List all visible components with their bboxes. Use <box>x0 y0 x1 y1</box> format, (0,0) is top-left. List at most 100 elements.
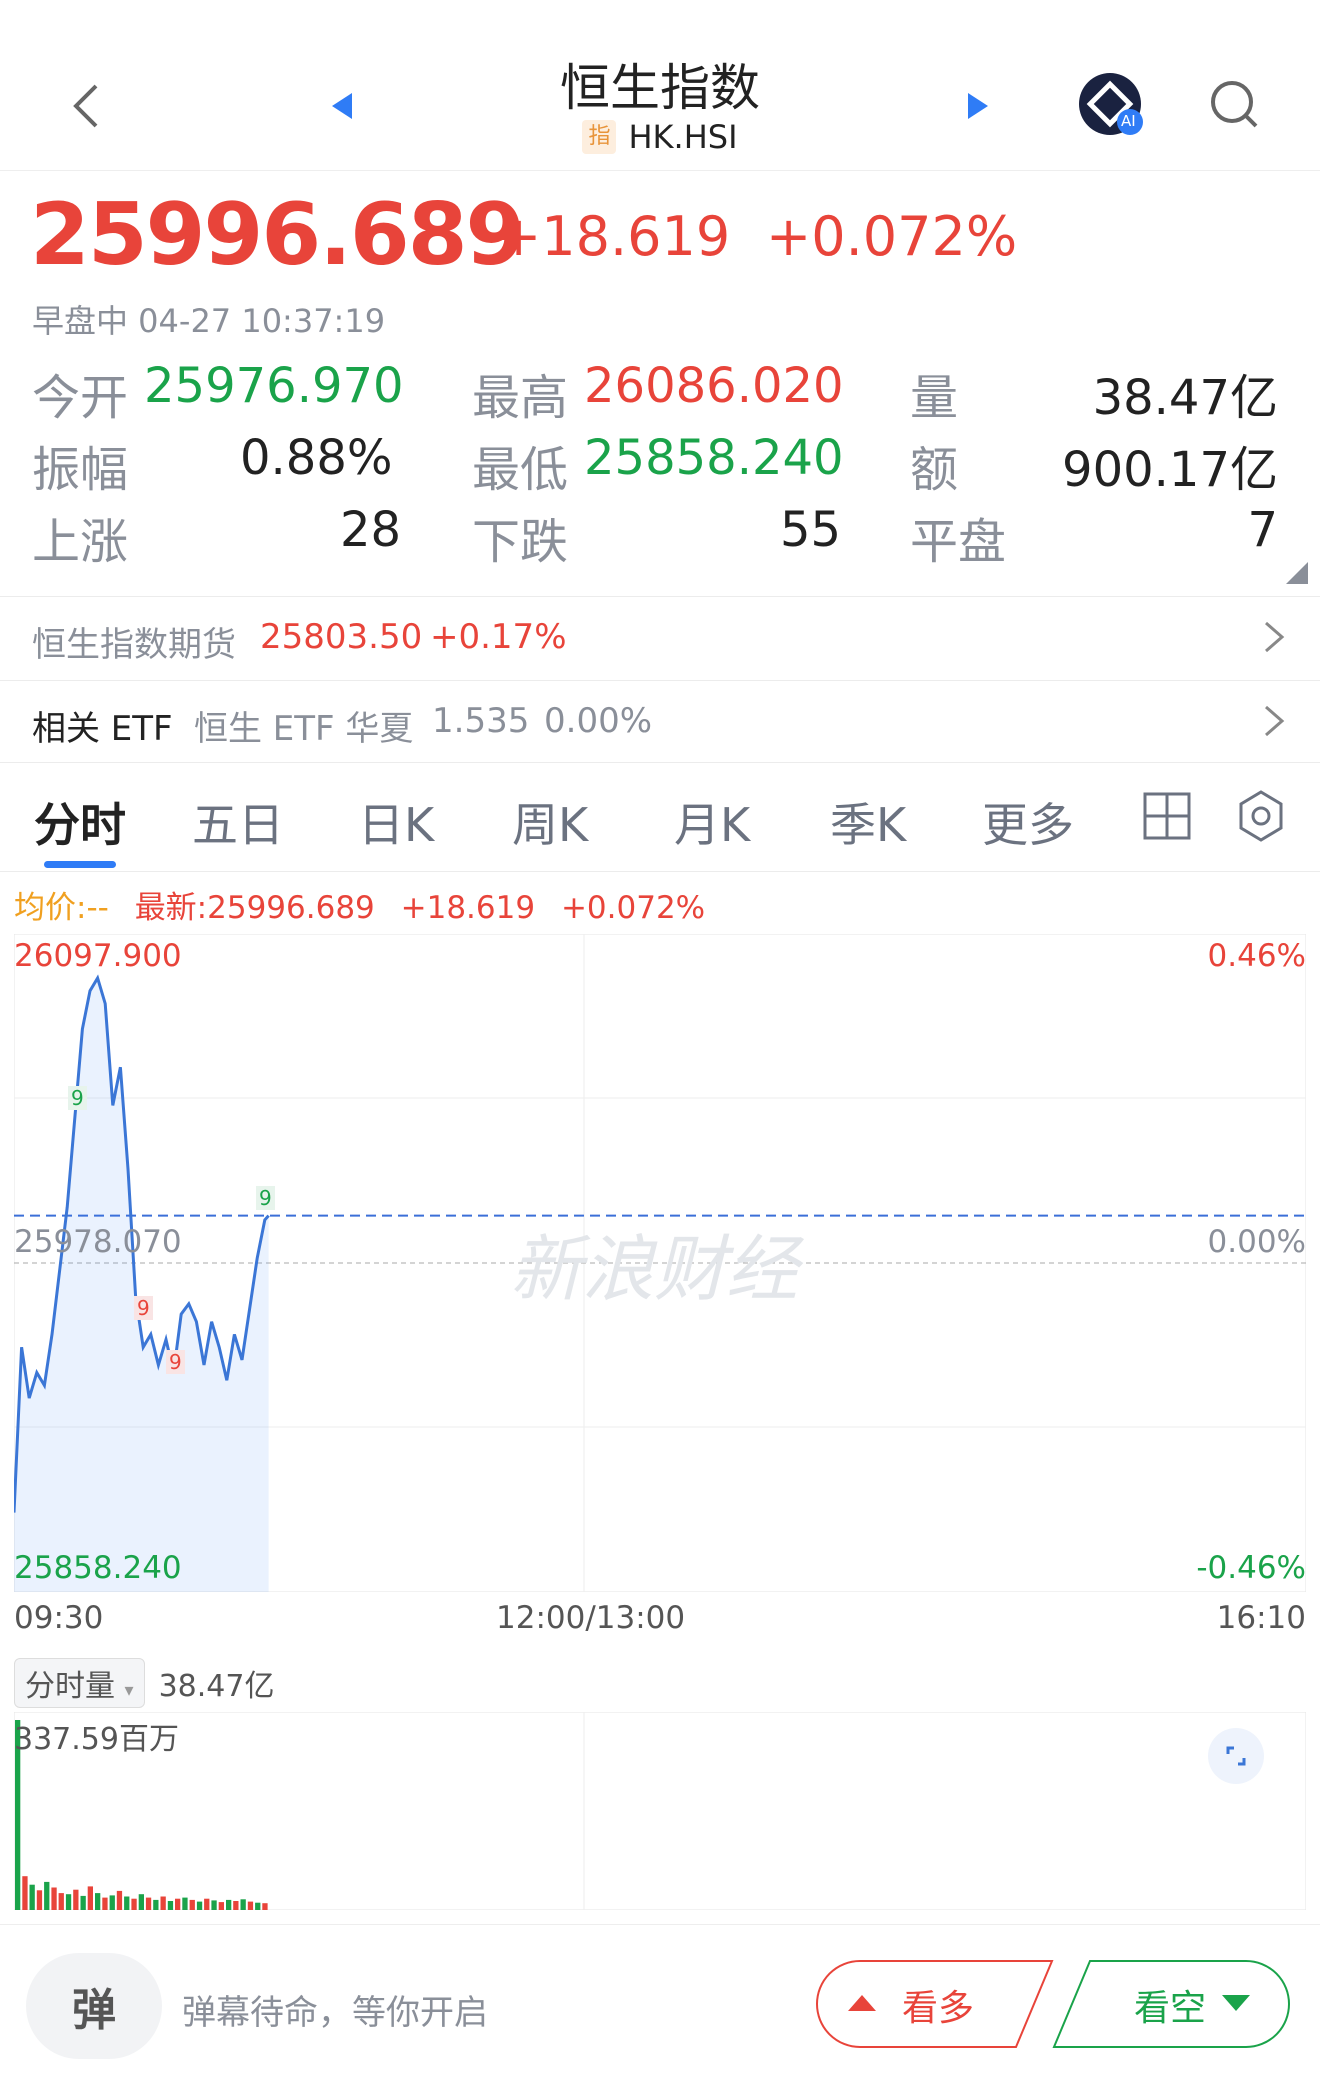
volume-bar <box>65 1894 72 1910</box>
volume-bar <box>44 1881 50 1910</box>
danmu-toggle-button[interactable]: 弹 <box>26 1953 162 2059</box>
volume-bar <box>29 1884 35 1910</box>
danmu-placeholder[interactable]: 弹幕待命，等你开启 <box>182 1985 488 2034</box>
futures-label: 恒生指数期货 <box>32 625 236 665</box>
volume-bar <box>255 1902 261 1910</box>
header-bar: 恒生指数 指 HK.HSI AI <box>0 0 1320 171</box>
volume-bar <box>211 1900 217 1910</box>
volume-bar <box>51 1887 57 1910</box>
bullish-button[interactable]: 看多 <box>816 1959 1056 2049</box>
danmu-icon: 弹 <box>72 1985 116 2036</box>
etf-pct: 0.00% <box>544 701 653 741</box>
stats-row-2: 振幅 0.88% 最低 25858.240 额 900.17亿 <box>0 430 1320 500</box>
up-value: 28 <box>340 502 402 558</box>
volume-bar <box>247 1901 254 1910</box>
volume-bar <box>87 1886 93 1910</box>
intraday-chart[interactable]: 新浪财经 26097.900 25978.070 25858.240 0.46%… <box>14 934 1306 1592</box>
volume-bar <box>138 1894 144 1910</box>
etf-label: 相关 ETF <box>32 709 173 749</box>
chart-marker: 9 <box>134 1296 153 1320</box>
y-axis-min: 25858.240 <box>14 1550 182 1586</box>
tab-weekly-k[interactable]: 周K <box>512 789 588 855</box>
volume-bar <box>167 1901 174 1910</box>
volume-bar <box>102 1897 108 1910</box>
chart-marker: 9 <box>256 1186 275 1210</box>
price-change: +18.619 <box>496 205 731 268</box>
volume-value: 38.47亿 <box>1092 370 1278 426</box>
volume-bar <box>80 1895 86 1910</box>
volume-bar <box>109 1895 115 1910</box>
latest-change-label: +18.619 <box>400 890 536 926</box>
next-stock-button[interactable] <box>958 86 998 126</box>
bearish-label: 看空 <box>1134 1988 1207 2029</box>
volume-bar <box>233 1901 239 1910</box>
volume-bar <box>196 1901 203 1910</box>
search-button[interactable] <box>1206 76 1262 132</box>
volume-chart-svg <box>14 1712 1306 1910</box>
stats-row-3: 上涨 28 下跌 55 平盘 7 <box>0 502 1320 572</box>
futures-pct: +0.17% <box>430 617 567 657</box>
volume-bar <box>36 1890 43 1910</box>
chart-tabs: 分时 五日 日K 周K 月K 季K 更多 <box>0 762 1320 872</box>
volume-selector[interactable]: 分时量 ▾ <box>14 1658 145 1708</box>
volume-bar <box>95 1893 101 1910</box>
etf-row[interactable]: 相关 ETF 恒生 ETF 华夏 1.535 0.00% <box>0 680 1320 763</box>
volume-header: 分时量 ▾ 38.47亿 <box>14 1658 274 1708</box>
expand-corner-icon[interactable] <box>1284 560 1310 586</box>
grid-layout-icon[interactable] <box>1142 791 1192 841</box>
tab-intraday[interactable]: 分时 <box>34 789 126 855</box>
index-badge: 指 <box>582 120 617 154</box>
open-label: 今开 <box>32 370 129 426</box>
tab-more[interactable]: 更多 <box>982 789 1074 855</box>
volume-bar <box>204 1898 210 1910</box>
volume-total: 38.47亿 <box>158 1669 275 1704</box>
volume-bar <box>124 1896 130 1910</box>
chart-marker: 9 <box>68 1086 87 1110</box>
flat-value: 7 <box>1247 502 1278 558</box>
chevron-right-icon <box>1265 621 1285 653</box>
pct-axis-max: 0.46% <box>1207 938 1306 974</box>
futures-row[interactable]: 恒生指数期货 25803.50 +0.17% <box>0 596 1320 679</box>
triangle-up-icon <box>848 1995 876 2011</box>
open-value: 25976.970 <box>144 358 404 414</box>
tab-five-day[interactable]: 五日 <box>192 789 284 855</box>
volume-bar <box>58 1893 64 1910</box>
x-axis-start: 09:30 <box>14 1600 104 1636</box>
search-icon <box>1211 81 1258 128</box>
current-price: 25996.689 <box>30 185 525 285</box>
intraday-chart-svg: 新浪财经 <box>14 934 1306 1592</box>
volume-chart[interactable]: 337.59百万 <box>14 1712 1306 1910</box>
up-label: 上涨 <box>32 514 129 570</box>
market-status: 早盘中 04-27 10:37:19 <box>32 302 386 340</box>
caret-down-icon: ▾ <box>124 1680 134 1701</box>
down-label: 下跌 <box>472 514 569 570</box>
settings-icon[interactable] <box>1236 789 1286 843</box>
x-axis-end: 16:10 <box>1216 1600 1306 1636</box>
high-value: 26086.020 <box>584 358 844 414</box>
volume-selector-label: 分时量 <box>25 1669 115 1704</box>
high-label: 最高 <box>472 370 569 426</box>
volume-bar <box>131 1898 137 1910</box>
tab-quarterly-k[interactable]: 季K <box>830 789 906 855</box>
volume-bar <box>145 1897 152 1910</box>
ai-assistant-button[interactable]: AI <box>1078 70 1148 140</box>
price-area-fill <box>14 978 269 1592</box>
volume-frame <box>14 1712 1306 1910</box>
volume-bar <box>73 1889 79 1910</box>
next-triangle-icon <box>968 93 988 119</box>
price-change-pct: +0.072% <box>766 205 1018 268</box>
tab-daily-k[interactable]: 日K <box>358 789 434 855</box>
bearish-button[interactable]: 看空 <box>1050 1959 1290 2049</box>
tab-monthly-k[interactable]: 月K <box>674 789 750 855</box>
amount-value: 900.17亿 <box>1062 442 1278 498</box>
active-tab-indicator <box>44 861 116 868</box>
volume-bar <box>262 1903 268 1910</box>
ai-assistant-icon <box>1079 73 1143 135</box>
volume-bar <box>240 1899 246 1910</box>
volume-bar <box>116 1890 123 1910</box>
volume-bar <box>182 1897 188 1910</box>
fullscreen-icon[interactable] <box>1206 1726 1266 1786</box>
latest-price-label: 最新:25996.689 <box>134 890 375 926</box>
volume-bar <box>160 1896 166 1910</box>
x-axis-midday: 12:00/13:00 <box>496 1600 686 1636</box>
